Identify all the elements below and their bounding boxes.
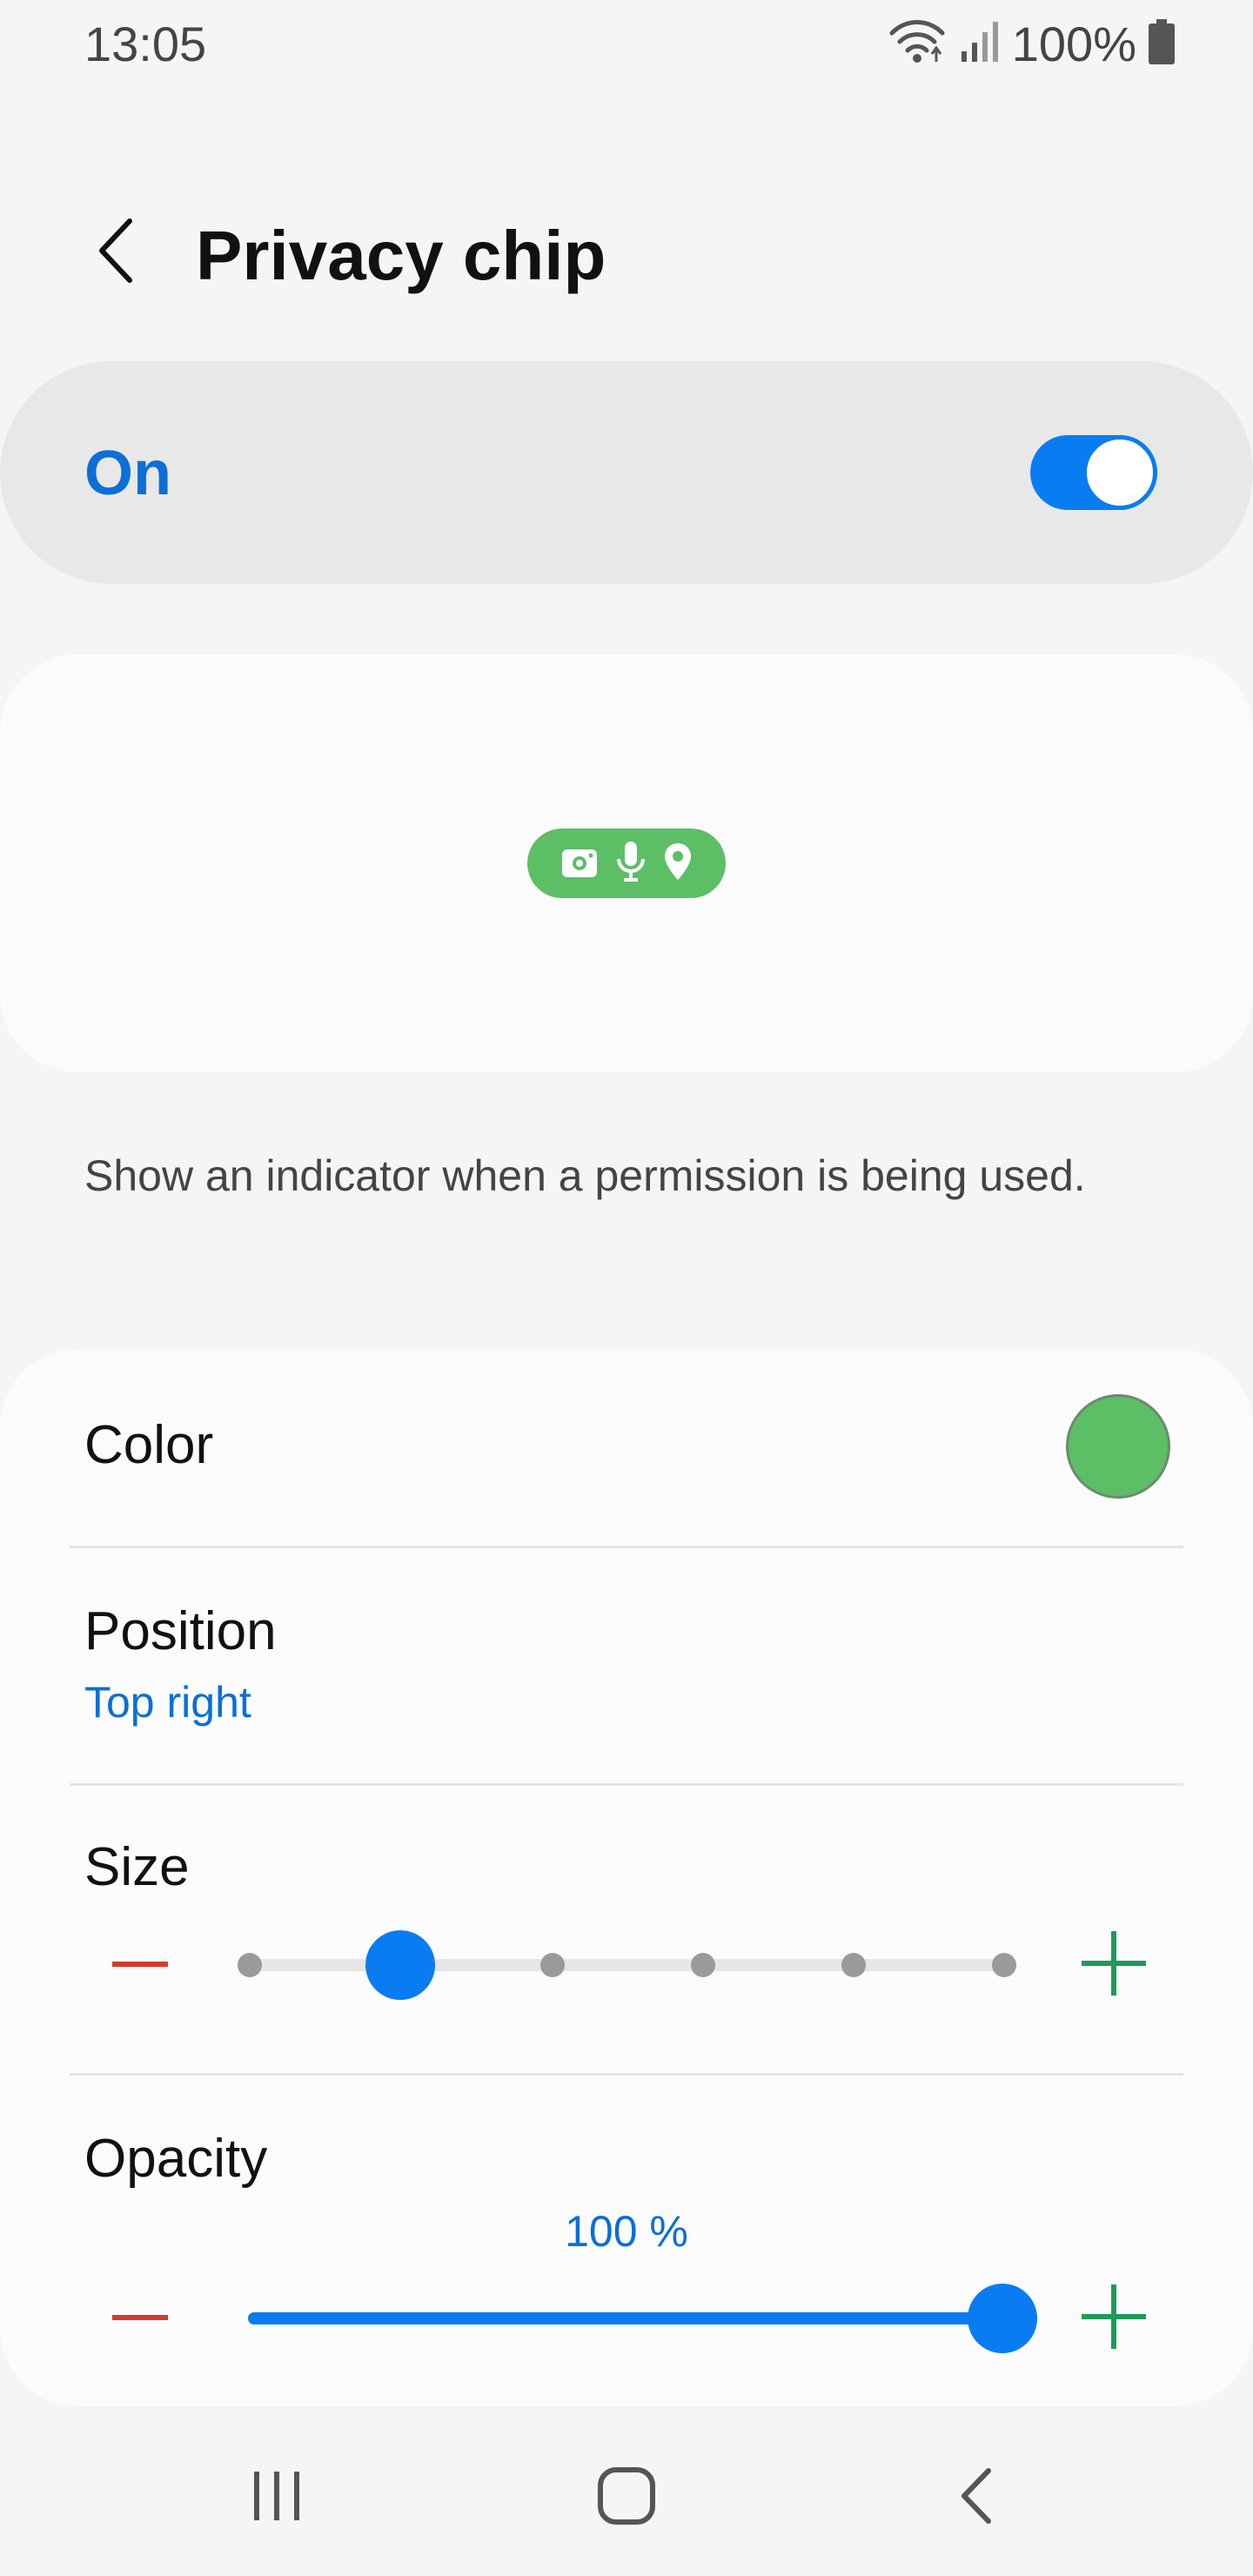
- opacity-decrease-button[interactable]: [92, 2271, 188, 2366]
- size-slider[interactable]: [235, 1926, 1018, 2004]
- opacity-label: Opacity: [84, 2129, 268, 2189]
- minus-icon: [112, 1957, 168, 1973]
- location-icon: [663, 842, 693, 886]
- slider-thumb[interactable]: [365, 1930, 435, 2000]
- opacity-increase-button[interactable]: [1066, 2271, 1162, 2366]
- plus-icon: [1082, 2284, 1146, 2353]
- minus-icon: [112, 2311, 168, 2326]
- position-value: Top right: [84, 1678, 251, 1727]
- battery-icon: [1149, 19, 1175, 69]
- navigation-bar: [0, 2428, 1253, 2576]
- back-icon: [957, 2465, 995, 2531]
- status-icons: 100%: [887, 16, 1175, 72]
- slider-track: [248, 1959, 1005, 1971]
- slider-step: [992, 1953, 1016, 1977]
- slider-step: [238, 1953, 262, 1977]
- settings-card: Color Position Top right Size Opacity 10…: [0, 1349, 1253, 2406]
- size-row: Size: [0, 1786, 1253, 2073]
- slider-fill: [248, 2312, 979, 2324]
- toggle-knob: [1082, 435, 1157, 510]
- home-icon: [596, 2465, 657, 2531]
- status-time: 13:05: [84, 17, 207, 71]
- position-label: Position: [84, 1601, 277, 1661]
- home-button[interactable]: [561, 2445, 692, 2550]
- opacity-row: Opacity 100 %: [0, 2076, 1253, 2406]
- back-button[interactable]: [73, 209, 160, 296]
- privacy-chip-preview: [527, 828, 726, 898]
- feature-description: Show an indicator when a permission is b…: [84, 1151, 1086, 1200]
- chevron-left-icon: [95, 216, 138, 290]
- privacy-chip-settings-screen: 13:05 100% Privacy chip On Show an indic…: [0, 0, 1253, 2576]
- size-decrease-button[interactable]: [92, 1917, 188, 2013]
- size-increase-button[interactable]: [1066, 1917, 1162, 2013]
- position-row[interactable]: Position Top right: [0, 1548, 1253, 1783]
- slider-thumb[interactable]: [968, 2284, 1037, 2353]
- size-label: Size: [84, 1837, 190, 1897]
- wifi-icon: [887, 17, 948, 70]
- opacity-value: 100 %: [565, 2207, 688, 2256]
- system-back-button[interactable]: [911, 2445, 1042, 2550]
- battery-percentage: 100%: [1011, 17, 1136, 71]
- opacity-slider[interactable]: [235, 2279, 1037, 2358]
- master-toggle[interactable]: [1030, 435, 1157, 510]
- microphone-icon: [616, 840, 646, 888]
- slider-step: [841, 1953, 866, 1977]
- master-switch-row[interactable]: On: [0, 361, 1253, 584]
- preview-card: [0, 654, 1253, 1072]
- app-bar: Privacy chip: [0, 200, 1253, 305]
- recents-icon: [249, 2468, 305, 2528]
- color-row[interactable]: Color: [0, 1349, 1253, 1546]
- color-label: Color: [84, 1415, 214, 1475]
- status-bar: 13:05 100%: [0, 0, 1253, 87]
- signal-icon: [960, 20, 1000, 68]
- recents-button[interactable]: [211, 2445, 342, 2550]
- color-swatch[interactable]: [1066, 1394, 1170, 1499]
- master-switch-label: On: [84, 439, 171, 508]
- slider-step: [540, 1953, 565, 1977]
- plus-icon: [1082, 1930, 1146, 2000]
- slider-step: [691, 1953, 715, 1977]
- camera-icon: [560, 844, 599, 883]
- page-title: Privacy chip: [196, 217, 606, 294]
